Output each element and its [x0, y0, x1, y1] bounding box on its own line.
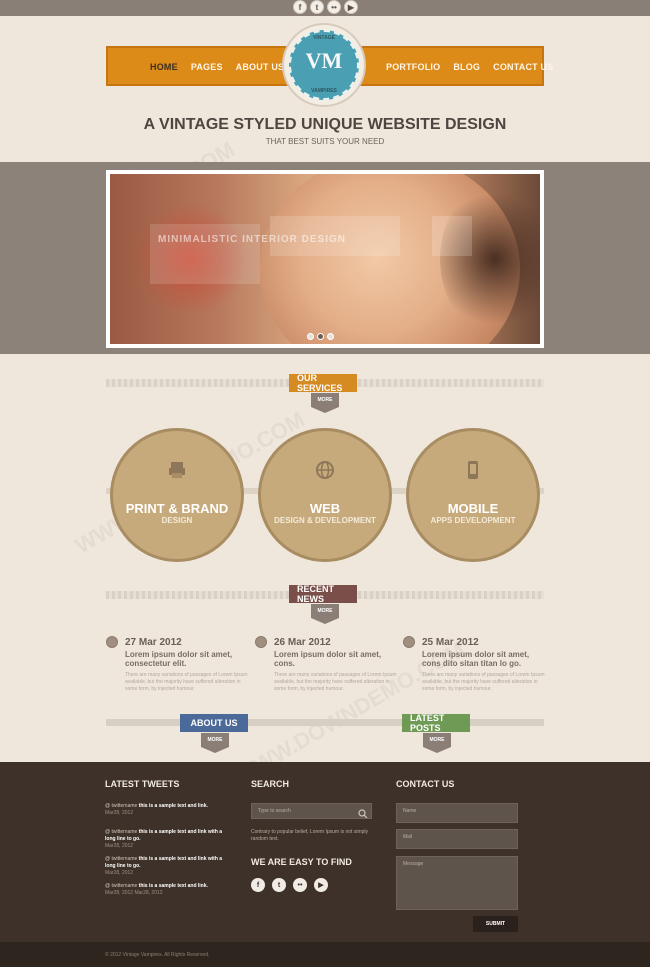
search-icon[interactable] — [358, 806, 368, 819]
slider-overlay-text: MINIMALISTIC INTERIOR DESIGN — [158, 234, 346, 245]
services-more-arrow — [311, 407, 339, 413]
news-headline[interactable]: Lorem ipsum dolor sit amet, cons dito si… — [422, 650, 550, 668]
search-note: Contrary to popular belief, Lorem Ipsum … — [251, 829, 368, 842]
logo-initials: VM — [305, 48, 343, 73]
mobile-icon — [463, 460, 483, 480]
page-title: A VINTAGE STYLED UNIQUE WEBSITE DESIGN — [143, 116, 507, 133]
services-tag: OUR SERVICES — [289, 373, 357, 393]
news-body: There are many variations of passages of… — [274, 672, 397, 692]
tweets-heading: LATEST TWEETS — [105, 779, 180, 789]
facebook-icon[interactable]: f — [293, 0, 307, 14]
news-date: 26 Mar 2012 — [274, 637, 331, 648]
service-subtitle: DESIGN & DEVELOPMENT — [274, 516, 376, 525]
globe-icon — [403, 636, 415, 648]
news-more-button[interactable]: MORE — [311, 604, 339, 618]
mail-field[interactable]: Mail — [396, 829, 518, 849]
news-headline[interactable]: Lorem ipsum dolor sit amet, cons. — [274, 650, 402, 668]
printer-icon — [167, 460, 187, 480]
nav-portfolio[interactable]: PORTFOLIO — [386, 62, 440, 72]
slider-dot[interactable] — [327, 333, 334, 340]
services-more-button[interactable]: MORE — [311, 393, 339, 407]
tweet-item: @ twittername this is a sample text and … — [105, 803, 227, 817]
slider-dot-active[interactable] — [317, 333, 324, 340]
twitter-icon[interactable]: t — [272, 878, 286, 892]
tweet-date: Mar28, 2012 — [105, 870, 134, 876]
service-title: WEB — [309, 501, 341, 516]
service-web[interactable] — [258, 428, 392, 562]
news-tag: RECENT NEWS — [289, 584, 357, 604]
about-tag: ABOUT US — [180, 714, 248, 732]
search-heading: SEARCH — [251, 779, 290, 789]
nav-left: HOME PAGES ABOUT US — [150, 62, 284, 72]
about-more-arrow — [201, 747, 229, 753]
about-more-button[interactable]: MORE — [201, 733, 229, 747]
service-print[interactable] — [110, 428, 244, 562]
tweet-date: Mar28, 2012 — [105, 810, 134, 816]
footer-social-icons: f t •• ▶ — [251, 878, 328, 892]
facebook-icon[interactable]: f — [251, 878, 265, 892]
tweet-text: this is a sample text and link. — [138, 883, 208, 889]
tweet-item: @ twittername this is a sample text and … — [105, 829, 227, 850]
bottom-divider — [106, 719, 544, 726]
tweet-user[interactable]: @ twittername — [105, 829, 137, 835]
contact-heading: CONTACT US — [396, 779, 455, 789]
message-field[interactable]: Message — [396, 856, 518, 910]
globe-icon — [106, 636, 118, 648]
nav-contact[interactable]: CONTACT US — [493, 62, 553, 72]
flickr-icon[interactable]: •• — [293, 878, 307, 892]
nav-right: PORTFOLIO BLOG CONTACT US — [386, 62, 553, 72]
service-title: MOBILE — [447, 501, 499, 516]
globe-icon — [315, 460, 335, 480]
latest-posts-more-button[interactable]: MORE — [423, 733, 451, 747]
logo-top-text: VINTAGE — [313, 35, 335, 41]
tweet-item: @ twittername this is a sample text and … — [105, 883, 227, 897]
latest-posts-tag: LATEST POSTS — [402, 713, 470, 733]
news-headline[interactable]: Lorem ipsum dolor sit amet, consectetur … — [125, 650, 253, 668]
name-field[interactable]: Name — [396, 803, 518, 823]
nav-pages[interactable]: PAGES — [191, 62, 223, 72]
tweet-user[interactable]: @ twittername — [105, 856, 137, 862]
top-social-icons: f t •• ▶ — [293, 0, 358, 14]
page-subtitle: THAT BEST SUITS YOUR NEED — [265, 137, 385, 146]
news-date: 27 Mar 2012 — [125, 637, 182, 648]
logo-bottom-text: VAMPIRES — [311, 88, 337, 94]
nav-blog[interactable]: BLOG — [453, 62, 480, 72]
service-mobile[interactable] — [406, 428, 540, 562]
globe-icon — [255, 636, 267, 648]
news-date: 25 Mar 2012 — [422, 637, 479, 648]
service-subtitle: APPS DEVELOPMENT — [430, 516, 516, 525]
latest-posts-more-arrow — [423, 747, 451, 753]
service-title: PRINT & BRAND — [125, 501, 229, 516]
youtube-icon[interactable]: ▶ — [344, 0, 358, 14]
footer — [0, 762, 650, 942]
flickr-icon[interactable]: •• — [327, 0, 341, 14]
search-input[interactable]: Type to search — [251, 803, 372, 819]
copyright: © 2012 Vintage Vampires. All Rights Rese… — [105, 952, 210, 958]
tweet-user[interactable]: @ twittername — [105, 803, 137, 809]
tweet-item: @ twittername this is a sample text and … — [105, 856, 227, 877]
tweet-date: Mar28, 2012 Mar28, 2012 — [105, 890, 163, 896]
tweet-user[interactable]: @ twittername — [105, 883, 137, 889]
slider-dot[interactable] — [307, 333, 314, 340]
news-body: There are many variations of passages of… — [422, 672, 545, 692]
tweet-date: Mar28, 2012 — [105, 843, 134, 849]
youtube-icon[interactable]: ▶ — [314, 878, 328, 892]
news-more-arrow — [311, 618, 339, 624]
service-subtitle: DESIGN — [161, 516, 193, 525]
easy-to-find-heading: WE ARE EASY TO FIND — [251, 857, 352, 867]
news-body: There are many variations of passages of… — [125, 672, 248, 692]
slider-image[interactable]: MINIMALISTIC INTERIOR DESIGN — [110, 174, 540, 344]
footer-bottom — [0, 942, 650, 967]
submit-button[interactable]: SUBMIT — [473, 916, 518, 932]
slider-dots — [307, 333, 334, 340]
tweet-text: this is a sample text and link. — [138, 803, 208, 809]
nav-about[interactable]: ABOUT US — [236, 62, 285, 72]
twitter-icon[interactable]: t — [310, 0, 324, 14]
nav-home[interactable]: HOME — [150, 62, 178, 72]
